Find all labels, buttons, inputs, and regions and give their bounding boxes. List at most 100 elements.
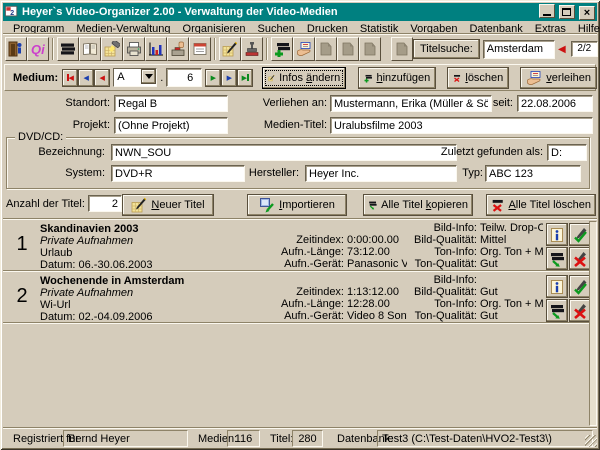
search-prev-icon[interactable]: ◀ (555, 44, 569, 55)
print-button[interactable] (123, 37, 145, 61)
title-number: 1 (9, 233, 35, 256)
window-title: Heyer`s Video-Organizer 2.00 - Verwaltun… (22, 6, 538, 18)
alle-titel-kopieren-button[interactable]: Alle Titel kopieren (363, 194, 473, 216)
projekt-label: Projekt: (73, 119, 110, 131)
search-button[interactable] (101, 37, 123, 61)
edit-icon (222, 41, 238, 57)
stamp-icon (244, 41, 260, 57)
catalog-button[interactable] (79, 37, 101, 61)
importieren-button[interactable]: Importieren (247, 194, 347, 216)
importieren-label: Importieren (279, 199, 335, 211)
medium-label: Medium: (13, 72, 58, 84)
disabled-tool-button (337, 37, 359, 61)
medium-last-button[interactable]: ▶ (237, 69, 253, 87)
medium-first-button[interactable]: ◀ (62, 69, 78, 87)
bezeichnung-input[interactable] (111, 144, 457, 161)
disabled-doc-icon (340, 41, 356, 57)
index-cards-button[interactable] (189, 37, 211, 61)
combo-dropdown-button[interactable] (141, 69, 156, 84)
list-scrollbar[interactable] (589, 221, 597, 426)
title-edit-button[interactable] (569, 223, 591, 246)
statistics-icon (148, 41, 164, 57)
copy-icon (549, 251, 565, 267)
zuletzt-gefunden-input[interactable] (547, 144, 587, 161)
hinzufuegen-button[interactable]: hinzufügen (358, 67, 436, 89)
ton-qualitaet-label: Ton-Qualität: (407, 258, 477, 270)
medien-titel-input[interactable] (330, 117, 593, 134)
exit-button[interactable] (5, 37, 27, 61)
toolbar: Titelsuche: ◀ 2/2 ▶ (3, 36, 597, 62)
typ-input[interactable] (485, 165, 581, 182)
title-info-button[interactable] (546, 275, 568, 298)
alle-titel-kopieren-label: Alle Titel kopieren (381, 199, 468, 211)
app-window: Heyer`s Video-Organizer 2.00 - Verwaltun… (0, 0, 600, 450)
ton-qualitaet-label: Ton-Qualität: (407, 310, 477, 322)
media-list-icon (60, 41, 76, 57)
title-row: 2 Wochenende in Amsterdam Private Aufnah… (3, 273, 589, 322)
seit-input[interactable] (517, 95, 593, 112)
bild-qualitaet-value: Gut (477, 286, 498, 298)
info-icon (549, 279, 565, 295)
info-icon (549, 227, 565, 243)
stamp-button[interactable] (241, 37, 263, 61)
vorgaben-button[interactable] (167, 37, 189, 61)
standort-input[interactable] (114, 95, 228, 112)
import-icon (259, 197, 275, 213)
infos-aendern-button[interactable]: Infos ändern (262, 67, 346, 89)
medium-search-prev-button[interactable]: ◀ (78, 69, 94, 87)
toolbar-separator (214, 38, 216, 60)
title-info-button[interactable] (546, 223, 568, 246)
delete-icon (572, 251, 588, 267)
verliehen-an-input[interactable] (330, 95, 492, 112)
maximize-button[interactable] (559, 5, 575, 19)
laenge-value: 73:12.00 (344, 246, 390, 258)
medium-letter-combo[interactable]: A (113, 68, 157, 87)
lend-medium-button[interactable] (293, 37, 315, 61)
edit-check-icon (572, 227, 588, 243)
titelsuche-button[interactable]: Titelsuche: (413, 39, 480, 59)
minimize-button[interactable] (539, 4, 555, 18)
resize-grip[interactable] (585, 435, 597, 447)
close-button[interactable]: × (579, 6, 595, 20)
neuer-titel-button[interactable]: Neuer Titel (122, 194, 214, 216)
delete-medium-icon (453, 70, 461, 86)
add-medium-icon (274, 41, 290, 57)
title-name: Skandinavien 2003 (40, 223, 138, 235)
anzahl-titel-input[interactable] (88, 195, 122, 212)
lend-icon (526, 70, 542, 86)
laenge-label: Aufn.-Länge: (275, 246, 344, 258)
verleihen-button[interactable]: verleihen (520, 67, 597, 89)
medium-search-next-button[interactable]: ▶ (221, 69, 237, 87)
zuletzt-gefunden-label: Zuletzt gefunden als: (441, 146, 543, 158)
system-label: System: (65, 167, 105, 179)
medien-count-value: 116 (227, 430, 260, 447)
medium-number-input[interactable] (166, 68, 202, 87)
title-copy-button[interactable] (546, 299, 568, 322)
loeschen-button[interactable]: löschen (447, 67, 509, 89)
edit-infos-button[interactable] (219, 37, 241, 61)
titelsuche-input[interactable] (483, 40, 555, 59)
ton-qualitaet-value: Gut (477, 258, 498, 270)
medium-prev-button[interactable]: ◀ (94, 69, 110, 87)
medium-next-button[interactable]: ▶ (205, 69, 221, 87)
exit-icon (8, 41, 24, 57)
bild-qualitaet-value: Mittel (477, 234, 506, 246)
quick-info-button[interactable] (27, 37, 49, 61)
neuer-titel-label: Neuer Titel (151, 199, 204, 211)
media-list-button[interactable] (57, 37, 79, 61)
index-cards-icon (192, 41, 208, 57)
edit-pad-icon (268, 70, 275, 86)
alle-titel-loeschen-button[interactable]: Alle Titel löschen (486, 194, 596, 216)
statistics-button[interactable] (145, 37, 167, 61)
hersteller-input[interactable] (305, 165, 457, 182)
bild-info-label: Bild-Info: (407, 222, 477, 234)
title-delete-button[interactable] (569, 247, 591, 270)
title-delete-button[interactable] (569, 299, 591, 322)
chevron-down-icon (145, 74, 153, 79)
add-medium-button[interactable] (271, 37, 293, 61)
system-input[interactable] (111, 165, 245, 182)
projekt-input[interactable] (114, 117, 228, 134)
title-copy-button[interactable] (546, 247, 568, 270)
title-edit-button[interactable] (569, 275, 591, 298)
verleihen-label: verleihen (546, 72, 591, 84)
